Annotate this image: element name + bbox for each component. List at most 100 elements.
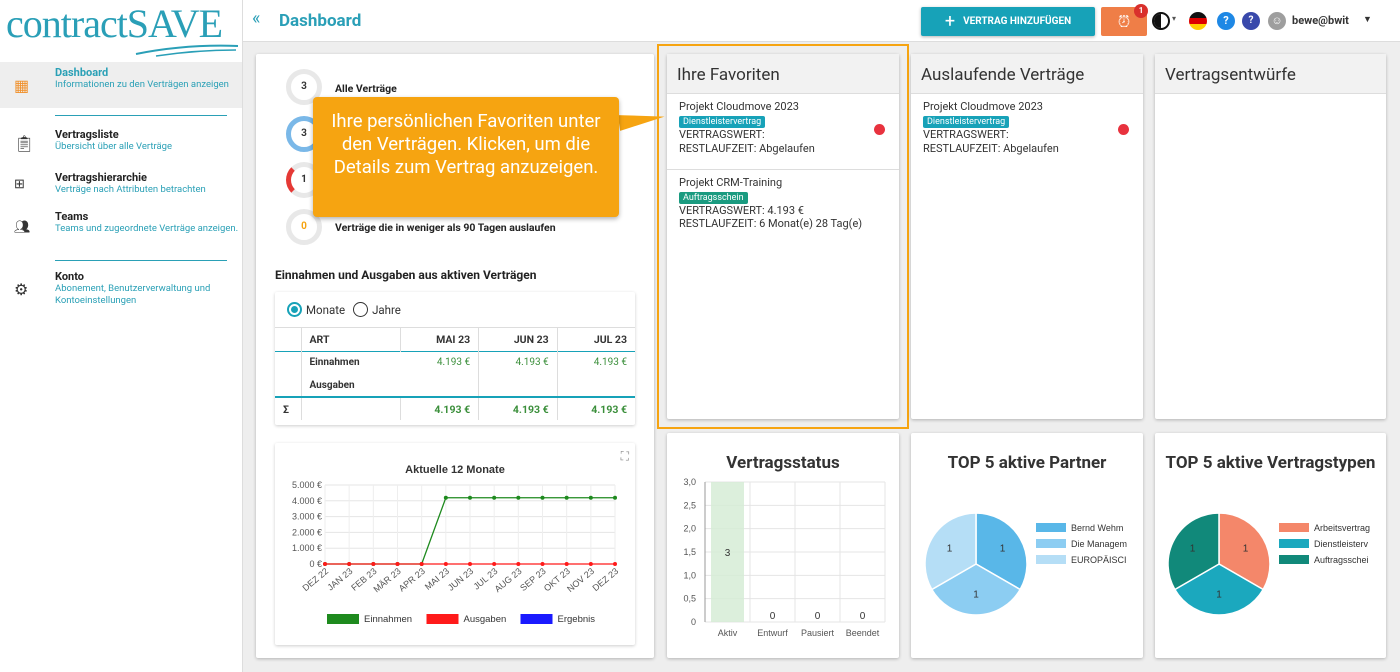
contract-type-tag: Dienstleistervertrag <box>923 116 1010 128</box>
x-tick-label: Pausiert <box>801 628 835 638</box>
sidebar-item-label: Dashboard <box>55 66 109 79</box>
y-tick-label: 0,5 <box>683 594 696 604</box>
table-cell: 4.193 € <box>400 350 480 374</box>
sidebar-item-vertragshierarchie[interactable]: ⊞ Vertragshierarchie Verträge nach Attri… <box>0 171 242 203</box>
sum-symbol: Σ <box>275 396 302 420</box>
data-point <box>492 562 497 566</box>
sidebar-item-label: Vertragshierarchie <box>55 171 147 184</box>
fullscreen-icon[interactable]: ⛶ <box>621 449 629 464</box>
sidebar-item-sub: Informationen zu den Verträgen anzeigen <box>55 79 229 90</box>
bar-value-label: 0 <box>860 611 866 622</box>
alarm-bell-icon: ⏰︎ <box>1117 11 1131 31</box>
y-tick-label: 3,0 <box>683 477 696 487</box>
line-chart-card: ⛶ Aktuelle 12 Monate 0 € 1.000 € 2.000 € 3.0… <box>275 443 635 645</box>
sidebar-item-vertragsliste[interactable]: 📋︎ Vertragsliste Übersicht über alle Ver… <box>0 128 242 160</box>
partner-pie-chart: 1 1 1 Bernd Wehm Die Managem EUROPÄISCI <box>924 512 1127 616</box>
pie-value-label: 1 <box>947 544 953 555</box>
info-icon[interactable]: ? <box>1242 12 1260 30</box>
page-title: Dashboard <box>279 11 362 31</box>
pie-value-label: 1 <box>1190 544 1196 555</box>
line-chart-title: Aktuelle 12 Monate <box>405 464 505 476</box>
german-flag-icon[interactable] <box>1189 12 1207 30</box>
sidebar-item-sub: Abonement, Benutzerverwaltung und Kontoe… <box>55 283 211 306</box>
pie-value-label: 1 <box>1000 544 1006 555</box>
stat-label[interactable]: Verträge die in weniger als 90 Tagen aus… <box>335 221 556 234</box>
bar-value-label: 3 <box>725 548 731 559</box>
expiring-title: Auslaufende Verträge <box>911 54 1143 94</box>
sidebar-divider <box>55 115 227 116</box>
radio-years[interactable] <box>353 302 369 317</box>
table-cell: 4.193 € <box>478 350 558 374</box>
legend-swatch <box>520 614 553 624</box>
table-cell <box>400 374 480 397</box>
y-tick-label: 0 € <box>309 559 322 569</box>
data-point <box>468 495 472 500</box>
income-table: ART MAI 23 JUN 23 JUL 23 Einnahmen 4.193… <box>275 328 635 420</box>
data-point <box>540 562 545 566</box>
favorites-title: Ihre Favoriten <box>667 54 899 94</box>
legend-label: Auftragsschei <box>1314 555 1369 565</box>
sidebar-item-konto[interactable]: ⚙ Konto Abonement, Benutzerverwaltung un… <box>0 270 242 314</box>
top-bar: « Dashboard + VERTRAG HINZUFÜGEN ⏰︎ 1 ▾ … <box>243 0 1400 42</box>
hierarchy-icon: ⊞ <box>14 177 25 192</box>
contract-type-tag: Auftragsschein <box>679 192 748 204</box>
legend-label: Arbeitsvertrag <box>1314 523 1370 533</box>
sidebar-item-sub: Übersicht über alle Verträge <box>55 141 173 152</box>
sidebar: contractSAVE ▦ Dashboard Informationen z… <box>0 0 243 672</box>
x-tick-label: Beendet <box>846 628 880 638</box>
user-menu-chevron-icon[interactable]: ▼ <box>1363 14 1372 25</box>
contract-remaining: RESTLAUFZEIT: Abgelaufen <box>679 142 815 155</box>
logo[interactable]: contractSAVE <box>6 4 240 60</box>
add-contract-button[interactable]: + VERTRAG HINZUFÜGEN <box>921 7 1095 36</box>
contract-remaining: RESTLAUFZEIT: 6 Monat(e) 28 Tag(e) <box>679 217 863 230</box>
data-point <box>540 495 545 500</box>
x-tick-label: MAI 23 <box>423 566 451 592</box>
legend-swatch <box>426 614 459 624</box>
table-header-row: ART MAI 23 JUN 23 JUL 23 <box>275 328 635 351</box>
legend-label: Dienstleisterv <box>1314 539 1369 549</box>
contrast-toggle-icon[interactable] <box>1152 12 1170 30</box>
x-tick-label: NOV 23 <box>565 566 596 594</box>
sidebar-item-dashboard[interactable]: ▦ Dashboard Informationen zu den Verträg… <box>0 62 242 108</box>
favorite-item[interactable]: Projekt Cloudmove 2023 Dienstleistervert… <box>667 94 899 170</box>
y-tick-label: 1.000 € <box>292 543 322 553</box>
data-point <box>492 495 497 500</box>
y-tick-label: 3.000 € <box>292 512 322 522</box>
legend-swatch <box>327 614 359 624</box>
help-icon[interactable]: ? <box>1217 12 1235 30</box>
sidebar-item-label: Konto <box>55 270 85 283</box>
stat-label[interactable]: Alle Verträge <box>335 82 397 95</box>
contract-value: VERTRAGSWERT: <box>679 128 765 141</box>
collapse-sidebar-icon[interactable]: « <box>252 8 260 29</box>
drafts-card: Vertragsentwürfe <box>1155 54 1386 419</box>
gear-icon: ⚙ <box>14 280 29 299</box>
y-tick-label: 4.000 € <box>292 496 322 506</box>
table-cell <box>478 374 558 397</box>
expiring-item[interactable]: Projekt Cloudmove 2023 Dienstleistervert… <box>911 94 1143 162</box>
x-tick-label: DEZ 22 <box>300 566 330 593</box>
radio-months[interactable] <box>287 302 302 317</box>
sidebar-item-teams[interactable]: 👥︎ Teams Teams und zugeordnete Verträge … <box>0 210 242 254</box>
plus-icon: + <box>944 11 956 32</box>
y-tick-label: 1,0 <box>683 570 696 580</box>
clipboard-icon: 📋︎ <box>14 134 35 153</box>
y-tick-label: 2.000 € <box>292 527 322 537</box>
line-chart: Aktuelle 12 Monate 0 € 1.000 € 2.000 € 3.000… <box>292 464 620 625</box>
income-table-card: Monate Jahre ART MAI 23 JUN 23 JUL 23 Ei… <box>275 292 635 425</box>
data-point <box>588 495 593 500</box>
status-dot <box>1118 124 1129 135</box>
types-pie-card: TOP 5 aktive Vertragstypen 1 1 1 Arbeitsver… <box>1155 433 1386 658</box>
data-point <box>516 495 521 500</box>
favorite-item[interactable]: Projekt CRM-Training Auftragsschein VERT… <box>667 170 899 236</box>
status-chart-card: Vertragsstatus 0 0,5 1,0 1,5 2,0 2,5 3,0 3 Aktiv… <box>667 433 899 658</box>
chevron-down-icon[interactable]: ▾ <box>1172 14 1176 23</box>
column-header: JUL 23 <box>593 332 627 346</box>
legend-swatch <box>1279 523 1309 532</box>
user-name[interactable]: bewe@bwit <box>1292 14 1349 27</box>
legend-swatch <box>1036 523 1066 532</box>
bar-value-label: 0 <box>770 611 776 622</box>
avatar[interactable]: ☺ <box>1268 12 1286 30</box>
legend-label: Ausgaben <box>464 614 507 625</box>
x-tick-label: Aktiv <box>718 628 738 638</box>
alarm-badge: 1 <box>1134 4 1148 18</box>
